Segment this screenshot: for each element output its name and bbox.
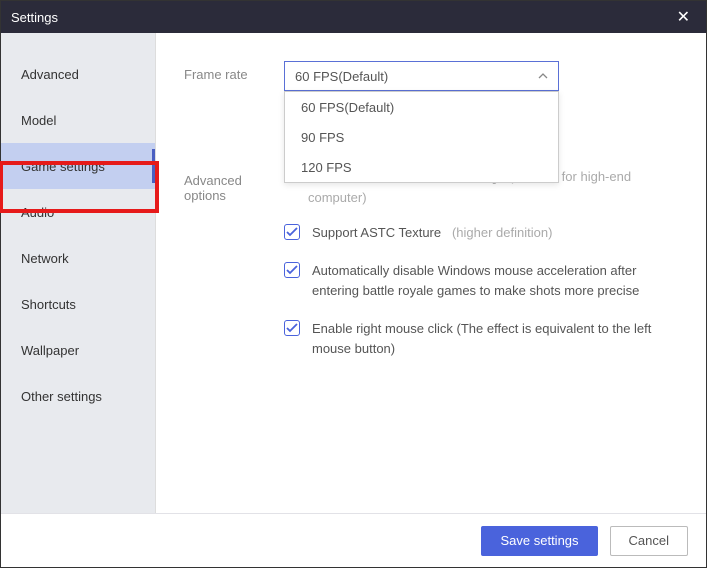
- sidebar-item-network[interactable]: Network: [1, 235, 155, 281]
- advanced-options-row: Advanced options Enable high frame rate …: [184, 167, 678, 377]
- sidebar-item-label: Shortcuts: [21, 297, 76, 312]
- check-right-click-text: Enable right mouse click (The effect is …: [312, 319, 678, 359]
- sidebar-item-label: Model: [21, 113, 56, 128]
- sidebar-item-advanced[interactable]: Advanced: [1, 51, 155, 97]
- checkbox-mouse-accel[interactable]: [284, 262, 300, 278]
- body-area: Advanced Model Game settings Audio Netwo…: [1, 33, 706, 513]
- chevron-up-icon: [538, 73, 548, 79]
- window-title: Settings: [11, 10, 58, 25]
- frame-rate-dropdown[interactable]: 60 FPS(Default): [284, 61, 559, 91]
- sidebar-item-shortcuts[interactable]: Shortcuts: [1, 281, 155, 327]
- frame-rate-selected: 60 FPS(Default): [295, 69, 388, 84]
- settings-window: Settings ✕ Advanced Model Game settings …: [0, 0, 707, 568]
- sidebar-item-other-settings[interactable]: Other settings: [1, 373, 155, 419]
- save-button[interactable]: Save settings: [481, 526, 597, 556]
- frame-rate-label: Frame rate: [184, 61, 284, 82]
- check-mouse-accel-text: Automatically disable Windows mouse acce…: [312, 261, 678, 301]
- cancel-button[interactable]: Cancel: [610, 526, 688, 556]
- sidebar: Advanced Model Game settings Audio Netwo…: [1, 33, 156, 513]
- checkbox-astc[interactable]: [284, 224, 300, 240]
- footer: Save settings Cancel: [1, 513, 706, 567]
- sidebar-item-wallpaper[interactable]: Wallpaper: [1, 327, 155, 373]
- sidebar-item-audio[interactable]: Audio: [1, 189, 155, 235]
- dropdown-option-60fps[interactable]: 60 FPS(Default): [285, 92, 558, 122]
- sidebar-item-label: Network: [21, 251, 69, 266]
- dropdown-option-90fps[interactable]: 90 FPS: [285, 122, 558, 152]
- dropdown-option-120fps[interactable]: 120 FPS: [285, 152, 558, 182]
- sidebar-item-label: Other settings: [21, 389, 102, 404]
- sidebar-item-label: Audio: [21, 205, 54, 220]
- frame-rate-row: Frame rate 60 FPS(Default) 60 FPS(Defaul…: [184, 61, 678, 91]
- close-icon[interactable]: ✕: [671, 7, 696, 27]
- sidebar-item-label: Game settings: [21, 159, 105, 174]
- sidebar-item-model[interactable]: Model: [1, 97, 155, 143]
- checkbox-right-click[interactable]: [284, 320, 300, 336]
- sidebar-item-label: Wallpaper: [21, 343, 79, 358]
- content-panel: Frame rate 60 FPS(Default) 60 FPS(Defaul…: [156, 33, 706, 513]
- check-astc: Support ASTC Texture (higher definition): [284, 223, 678, 243]
- titlebar: Settings ✕: [1, 1, 706, 33]
- check-astc-text: Support ASTC Texture (higher definition): [312, 223, 678, 243]
- sidebar-item-game-settings[interactable]: Game settings: [1, 143, 155, 189]
- check-right-click: Enable right mouse click (The effect is …: [284, 319, 678, 359]
- sidebar-item-label: Advanced: [21, 67, 79, 82]
- advanced-options-label: Advanced options: [184, 167, 284, 203]
- frame-rate-dropdown-menu: 60 FPS(Default) 90 FPS 120 FPS: [284, 91, 559, 183]
- check-mouse-accel: Automatically disable Windows mouse acce…: [284, 261, 678, 301]
